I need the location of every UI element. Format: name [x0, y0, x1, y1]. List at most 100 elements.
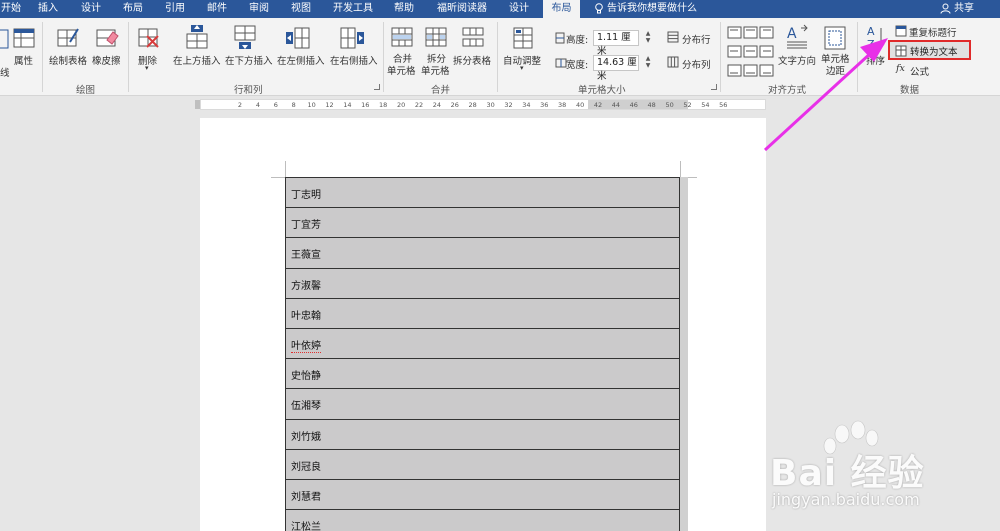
table-row[interactable]: 江松兰: [286, 510, 679, 531]
table-row[interactable]: 王薇宣: [286, 238, 679, 269]
table-row[interactable]: 刘竹娥: [286, 419, 679, 450]
table-row[interactable]: 方淑馨: [286, 268, 679, 299]
distribute-rows-icon[interactable]: [667, 31, 679, 43]
ruler-tick: 16: [361, 101, 370, 109]
insert-right-button[interactable]: 在右侧插入: [330, 53, 378, 67]
distribute-rows-button[interactable]: 分布行: [682, 32, 711, 46]
repeat-header-icon[interactable]: [895, 25, 907, 37]
formula-button[interactable]: 公式: [910, 64, 929, 78]
cell-margins-icon[interactable]: [824, 26, 846, 50]
ruler-tick: 2: [237, 101, 243, 109]
rows-cols-launcher-icon[interactable]: [374, 84, 380, 90]
table-cell-text: 刘竹娥: [291, 431, 321, 443]
chevron-down-icon[interactable]: ▾: [145, 64, 149, 72]
crop-mark: [285, 161, 286, 177]
convert-to-text-label: 转换为文本: [910, 47, 958, 58]
name-table[interactable]: 丁志明丁宜芳王薇宣方淑馨叶忠翰叶依婷史怡静伍湘琴刘竹娥刘冠良 刘慧君 江松兰: [285, 177, 680, 531]
split-cells-icon[interactable]: [424, 26, 448, 48]
properties-button[interactable]: 属性: [14, 53, 33, 67]
table-row[interactable]: 丁宜芳: [286, 208, 679, 239]
ruler-tick: 50: [665, 101, 674, 109]
ruler-tick: 56: [719, 101, 728, 109]
table-cell-text: 丁志明: [291, 190, 321, 201]
table-row[interactable]: 史怡静: [286, 359, 679, 390]
table-cell-text: 叶忠翰: [291, 310, 321, 322]
sort-button[interactable]: 排序: [866, 53, 885, 67]
eraser-button[interactable]: 橡皮擦: [92, 53, 121, 67]
split-table-button[interactable]: 拆分表格: [453, 53, 491, 67]
table-row[interactable]: 叶忠翰: [286, 298, 679, 329]
insert-above-icon[interactable]: [185, 24, 209, 50]
tab-mailings[interactable]: 邮件: [202, 0, 232, 18]
distribute-columns-icon[interactable]: [667, 56, 679, 68]
tab-layout-page[interactable]: 布局: [118, 0, 148, 18]
merge-group-label: 合并: [431, 85, 451, 96]
formula-icon[interactable]: fx: [896, 63, 905, 74]
cell-margins-line2[interactable]: 边距: [826, 63, 845, 77]
insert-left-button[interactable]: 在左侧插入: [277, 53, 325, 67]
horizontal-ruler[interactable]: 2 4 6 8 10 12 14 16 18 20 22 24 26 28 30 32 34 36 38 40 42 44…: [200, 99, 766, 110]
tab-help[interactable]: 帮助: [389, 0, 419, 18]
insert-below-button[interactable]: 在下方插入: [225, 53, 273, 67]
draw-table-button[interactable]: 绘制表格: [49, 53, 87, 67]
table-row[interactable]: 刘冠良: [286, 449, 679, 480]
ruler-tick: 10: [307, 101, 316, 109]
split-cells-line2[interactable]: 单元格: [421, 63, 450, 77]
table-properties-icon[interactable]: [12, 26, 36, 50]
tab-insert[interactable]: 插入: [33, 0, 63, 18]
repeat-header-button[interactable]: 重复标题行: [909, 25, 957, 39]
sort-icon[interactable]: AZ: [866, 24, 886, 52]
table-row[interactable]: 伍湘琴: [286, 389, 679, 420]
tab-table-layout[interactable]: 布局: [543, 0, 580, 18]
eraser-icon[interactable]: [95, 26, 119, 50]
insert-below-icon[interactable]: [233, 24, 257, 50]
lightbulb-icon: [595, 3, 603, 14]
group-separator: [383, 22, 384, 92]
ruler-tick: 18: [379, 101, 388, 109]
document-page[interactable]: 丁志明丁宜芳王薇宣方淑馨叶忠翰叶依婷史怡静伍湘琴刘竹娥刘冠良 刘慧君 江松兰: [200, 118, 766, 531]
tab-foxit-reader[interactable]: 福昕阅读器: [431, 0, 493, 18]
tell-me-search[interactable]: 告诉我你想要做什么: [594, 0, 697, 18]
table-row[interactable]: 叶依婷: [286, 328, 679, 360]
insert-right-icon[interactable]: [339, 26, 365, 50]
alignment-group-label: 对齐方式: [768, 85, 807, 96]
chevron-down-icon[interactable]: ▾: [520, 64, 524, 72]
table-cell-text: 王薇宣: [291, 250, 321, 262]
tab-review[interactable]: 审阅: [244, 0, 274, 18]
width-spinner[interactable]: ▲ ▼: [644, 55, 652, 71]
rows-cols-group-label: 行和列: [234, 85, 263, 96]
text-direction-button[interactable]: 文字方向: [778, 53, 816, 67]
insert-above-button[interactable]: 在上方插入: [173, 53, 221, 67]
draw-group-label: 绘图: [76, 85, 96, 96]
table-cell-text: 方淑馨: [291, 280, 321, 292]
convert-to-text-button[interactable]: 转换为文本: [888, 40, 971, 60]
tab-design[interactable]: 设计: [76, 0, 106, 18]
tab-home[interactable]: 开始: [0, 0, 22, 18]
merge-cells-line2[interactable]: 单元格: [387, 63, 416, 77]
insert-left-icon[interactable]: [285, 26, 311, 50]
partial-table-icon[interactable]: [0, 28, 9, 50]
text-direction-icon[interactable]: A: [785, 24, 809, 50]
cell-size-launcher-icon[interactable]: [711, 84, 717, 90]
width-input[interactable]: 14.63 厘米: [593, 55, 639, 82]
delete-table-icon[interactable]: [137, 26, 161, 50]
autofit-icon[interactable]: [512, 26, 534, 50]
svg-text:A: A: [867, 25, 875, 38]
tab-table-design[interactable]: 设计: [504, 0, 534, 18]
group-separator: [128, 22, 129, 92]
draw-table-icon[interactable]: [56, 26, 80, 50]
merge-cells-icon[interactable]: [390, 26, 414, 48]
tab-references[interactable]: 引用: [160, 0, 190, 18]
tab-developer[interactable]: 开发工具: [328, 0, 378, 18]
distribute-columns-button[interactable]: 分布列: [682, 57, 711, 71]
height-spinner[interactable]: ▲ ▼: [644, 30, 652, 46]
split-table-icon[interactable]: [461, 26, 485, 48]
share-button[interactable]: 共享: [940, 0, 974, 18]
height-input[interactable]: 1.11 厘米: [593, 30, 639, 57]
table-cell-text: 史怡静: [291, 371, 321, 383]
ruler-tick: 22: [414, 101, 424, 109]
table-row[interactable]: 丁志明: [286, 178, 679, 209]
alignment-options-icon[interactable]: [727, 26, 775, 78]
tab-view[interactable]: 视图: [286, 0, 316, 18]
table-row[interactable]: 刘慧君: [286, 479, 679, 511]
